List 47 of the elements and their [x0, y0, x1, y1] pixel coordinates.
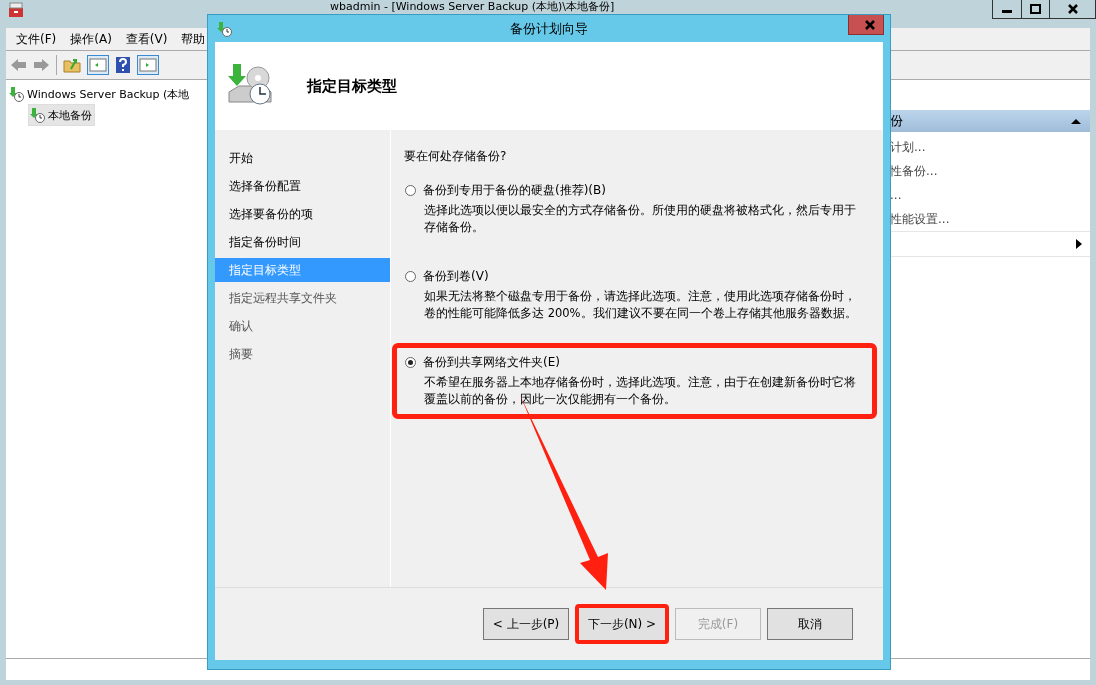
folder-up-icon: [63, 56, 81, 74]
menu-item[interactable]: 查看(V): [125, 30, 168, 48]
dialog-title: 备份计划向导: [509, 20, 589, 38]
wizard-step: 选择要备份的项: [215, 202, 390, 226]
radio-option[interactable]: 备份到共享网络文件夹(E): [405, 352, 864, 372]
wizard-button[interactable]: < 上一步(P): [483, 608, 569, 640]
radio-button[interactable]: [405, 356, 416, 368]
menu-item[interactable]: 文件(F): [16, 30, 57, 48]
tree-item[interactable]: Windows Server Backup (本地: [8, 84, 192, 104]
maximize-icon: [1030, 4, 1041, 14]
toolbox-icon: [8, 2, 24, 18]
window-title: wbadmin - [Windows Server Backup (本地)\本地备份]: [330, 0, 615, 13]
menu-item[interactable]: 帮助: [181, 30, 206, 48]
radio-button[interactable]: [405, 184, 416, 196]
radio-option[interactable]: 备份到卷(V): [405, 266, 864, 286]
wizard-step: 指定远程共享文件夹: [215, 286, 390, 310]
menu-item[interactable]: 操作(A): [70, 30, 112, 48]
actions-header[interactable]: 份: [890, 110, 1090, 132]
wizard-button[interactable]: 下一步(N) >: [579, 608, 665, 640]
close-icon: [1067, 4, 1078, 14]
close-icon: [865, 19, 875, 30]
option-description: 选择此选项以便以最安全的方式存储备份。所使用的硬盘将被格式化，然后专用于存储备份。: [424, 202, 857, 236]
option-description: 不希望在服务器上本地存储备份时，选择此选项。注意，由于在创建新备份时它将覆盖以前的备份，因此一次仅能拥有一个备份。: [424, 374, 857, 408]
collapse-icon: [1070, 117, 1082, 125]
backup-icon: [29, 107, 45, 123]
tree-item[interactable]: 本地备份: [28, 104, 95, 126]
submenu-arrow-icon: [1076, 239, 1082, 249]
wizard-button[interactable]: 取消: [767, 608, 853, 640]
wizard-step: 确认: [215, 314, 390, 338]
backup-icon: [216, 20, 232, 37]
page-heading: 指定目标类型: [307, 76, 397, 96]
forward-icon: [33, 57, 50, 73]
radio-option[interactable]: 备份到专用于备份的硬盘(推荐)(B): [405, 180, 864, 200]
action-item[interactable]: 计划...: [890, 135, 1090, 159]
wizard-step: 指定备份时间: [215, 230, 390, 254]
wizard-step: 摘要: [215, 342, 390, 366]
option-description: 如果无法将整个磁盘专用于备份，请选择此选项。注意，使用此选项存储备份时，卷的性能可能降低多达 200%。我们建议不要在同一个卷上存储其他服务器数据。: [424, 288, 858, 322]
console-tree-icon: [87, 55, 109, 75]
radio-button[interactable]: [405, 270, 416, 282]
wizard-step: 指定目标类型: [215, 258, 390, 282]
question-text: 要在何处存储备份?: [404, 148, 508, 165]
help-icon: [115, 56, 131, 74]
action-item[interactable]: ...: [890, 183, 1090, 207]
wizard-step: 开始: [215, 146, 390, 170]
back-icon: [10, 57, 27, 73]
action-pane-icon: [137, 55, 159, 75]
wizard-step: 选择备份配置: [215, 174, 390, 198]
